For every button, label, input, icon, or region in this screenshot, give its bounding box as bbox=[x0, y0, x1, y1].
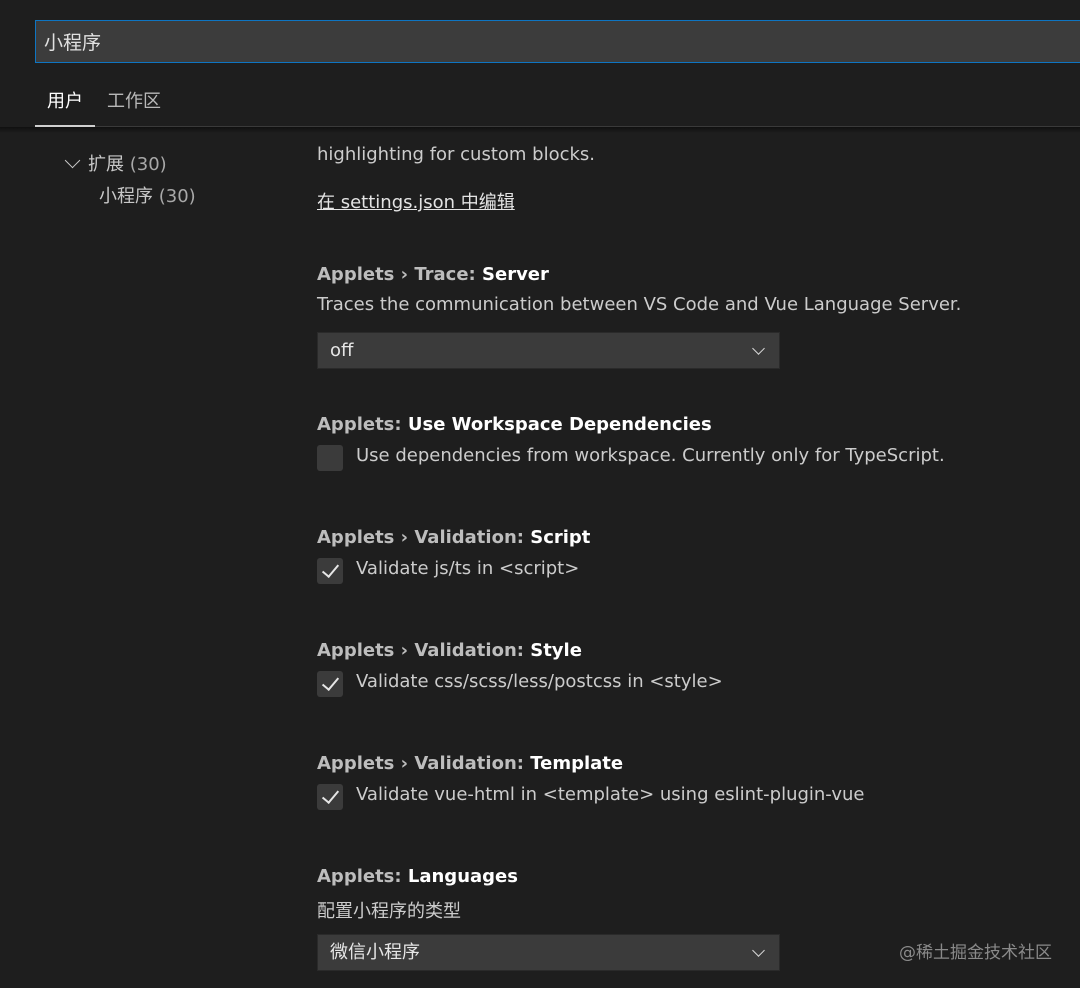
setting-description-trace-server: Traces the communication between VS Code… bbox=[317, 294, 962, 315]
validation-style-checkbox[interactable] bbox=[317, 671, 343, 697]
settings-scope-tabs: 用户 工作区 bbox=[35, 80, 1080, 127]
tab-user[interactable]: 用户 bbox=[35, 80, 95, 127]
toc-child-label: 小程序 bbox=[99, 186, 153, 207]
setting-title-prefix: Applets › Trace: bbox=[317, 264, 483, 285]
toc-group-count: (30) bbox=[129, 154, 167, 175]
dropdown-value: 微信小程序 bbox=[330, 942, 420, 963]
setting-title-name: Use Workspace Dependencies bbox=[407, 414, 712, 435]
validation-template-label: Validate vue-html in <template> using es… bbox=[356, 784, 865, 805]
languages-dropdown[interactable]: 微信小程序 bbox=[317, 934, 780, 971]
checkmark-icon bbox=[321, 559, 340, 579]
validation-style-label: Validate css/scss/less/postcss in <style… bbox=[356, 671, 723, 692]
setting-title-prefix: Applets: bbox=[317, 414, 408, 435]
settings-search-input[interactable] bbox=[36, 21, 1080, 62]
setting-title-prefix: Applets › Validation: bbox=[317, 753, 531, 774]
setting-title-validation-style: Applets › Validation: Style bbox=[317, 640, 582, 661]
settings-editor: 用户 工作区 扩展 (30) 小程序 (30) highlighting for… bbox=[0, 0, 1080, 988]
setting-title-prefix: Applets › Validation: bbox=[317, 640, 531, 661]
setting-title-trace-server: Applets › Trace: Server bbox=[317, 264, 549, 285]
chevron-down-icon bbox=[64, 152, 81, 169]
chevron-down-icon bbox=[752, 342, 765, 355]
toc-child-count: (30) bbox=[158, 186, 196, 207]
setting-title-languages: Applets: Languages bbox=[317, 866, 518, 887]
setting-title-name: Style bbox=[530, 640, 582, 661]
chevron-down-icon bbox=[752, 944, 765, 957]
setting-title-name: Server bbox=[482, 264, 549, 285]
tabs-shadow bbox=[0, 127, 1080, 133]
setting-title-validation-script: Applets › Validation: Script bbox=[317, 527, 590, 548]
settings-search-box[interactable] bbox=[35, 20, 1080, 63]
setting-title-prefix: Applets: bbox=[317, 866, 408, 887]
setting-description-languages: 配置小程序的类型 bbox=[317, 901, 461, 922]
checkmark-icon bbox=[321, 672, 340, 692]
tab-workspace[interactable]: 工作区 bbox=[107, 80, 167, 126]
checkmark-icon bbox=[321, 785, 340, 805]
setting-title-name: Script bbox=[530, 527, 591, 548]
validation-script-label: Validate js/ts in <script> bbox=[356, 558, 580, 579]
setting-title-validation-template: Applets › Validation: Template bbox=[317, 753, 623, 774]
validation-template-checkbox[interactable] bbox=[317, 784, 343, 810]
use-workspace-dependencies-label: Use dependencies from workspace. Current… bbox=[356, 445, 945, 466]
setting-title-use-workspace-dependencies: Applets: Use Workspace Dependencies bbox=[317, 414, 712, 435]
trace-server-dropdown[interactable]: off bbox=[317, 332, 780, 369]
validation-script-checkbox[interactable] bbox=[317, 558, 343, 584]
toc-item-extensions[interactable]: 扩展 (30) bbox=[63, 150, 167, 176]
setting-description-truncated: highlighting for custom blocks. bbox=[317, 144, 596, 165]
watermark: @稀土掘金技术社区 bbox=[899, 943, 1052, 963]
dropdown-value: off bbox=[330, 340, 354, 361]
edit-in-settings-json-link[interactable]: 在 settings.json 中编辑 bbox=[317, 188, 515, 214]
setting-title-name: Languages bbox=[407, 866, 518, 887]
setting-title-prefix: Applets › Validation: bbox=[317, 527, 531, 548]
use-workspace-dependencies-checkbox[interactable] bbox=[317, 445, 343, 471]
toc-group-label: 扩展 bbox=[88, 154, 124, 175]
setting-title-name: Template bbox=[530, 753, 624, 774]
toc-item-applets[interactable]: 小程序 (30) bbox=[99, 182, 196, 208]
